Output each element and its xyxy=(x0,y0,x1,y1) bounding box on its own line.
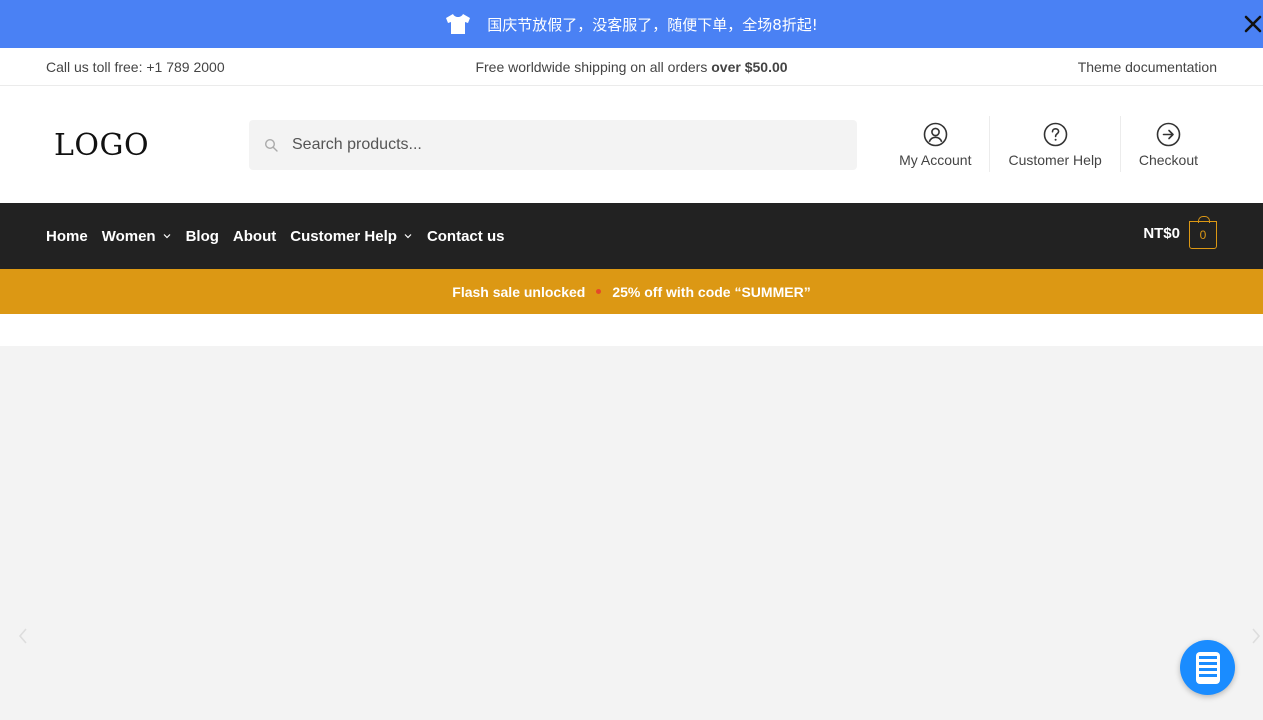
cart-bag-icon: 0 xyxy=(1189,216,1217,249)
nav-item-contact-us[interactable]: Contact us xyxy=(427,228,505,245)
shipping-text: Free worldwide shipping on all orders xyxy=(475,59,712,75)
site-header: LOGO My Account Customer Help xyxy=(0,86,1263,203)
nav-item-label: Customer Help xyxy=(290,227,397,245)
menu-lines-icon xyxy=(1195,651,1220,684)
search-icon xyxy=(264,138,278,152)
my-account-link[interactable]: My Account xyxy=(881,116,989,172)
customer-help-label: Customer Help xyxy=(1008,152,1102,168)
promo-right-text: 25% off with code “SUMMER” xyxy=(612,283,811,300)
nav-item-home[interactable]: Home xyxy=(46,228,88,245)
search-input[interactable] xyxy=(292,120,832,170)
announcement-bar: 国庆节放假了，没客服了，随便下单，全场8折起! xyxy=(0,0,1263,48)
chat-widget-button[interactable] xyxy=(1180,640,1235,695)
nav-item-customer-help[interactable]: Customer Help xyxy=(290,228,413,245)
help-circle-icon xyxy=(1043,122,1067,147)
arrow-circle-icon xyxy=(1156,122,1181,147)
chevron-left-icon[interactable] xyxy=(16,626,30,646)
tshirt-icon xyxy=(446,14,471,34)
hero-slider xyxy=(0,346,1263,720)
nav-item-blog[interactable]: Blog xyxy=(186,228,219,245)
nav-item-label: Blog xyxy=(185,227,219,245)
chevron-right-icon[interactable] xyxy=(1249,626,1263,646)
top-info-bar: Call us toll free: +1 789 2000 Free worl… xyxy=(0,48,1263,86)
nav-item-label: About xyxy=(232,227,277,245)
nav-item-label: Women xyxy=(101,227,156,245)
nav-item-label: Home xyxy=(46,227,88,245)
theme-documentation-link[interactable]: Theme documentation xyxy=(1078,59,1217,75)
nav-item-about[interactable]: About xyxy=(233,228,276,245)
primary-navigation: Home Women Blog About Customer Help Cont… xyxy=(0,203,1263,269)
cart-count: 0 xyxy=(1199,228,1207,242)
cart-amount: NT$0 xyxy=(1143,224,1180,242)
shipping-threshold: over $50.00 xyxy=(711,59,788,75)
promo-banner: Flash sale unlocked 25% off with code “S… xyxy=(0,269,1263,314)
my-account-label: My Account xyxy=(899,152,972,168)
chevron-down-icon xyxy=(163,234,171,239)
header-links: My Account Customer Help Checkout xyxy=(881,116,1216,172)
nav-item-women[interactable]: Women xyxy=(102,228,172,245)
promo-left-text: Flash sale unlocked xyxy=(452,283,586,300)
customer-help-link[interactable]: Customer Help xyxy=(989,116,1119,172)
announcement-text: 国庆节放假了，没客服了，随便下单，全场8折起! xyxy=(487,15,818,34)
chevron-down-icon xyxy=(404,234,412,239)
site-logo[interactable]: LOGO xyxy=(54,128,149,163)
checkout-label: Checkout xyxy=(1138,152,1198,168)
shipping-notice: Free worldwide shipping on all orders ov… xyxy=(0,59,1263,75)
close-icon[interactable] xyxy=(1241,12,1263,36)
nav-item-label: Contact us xyxy=(426,227,505,245)
promo-separator xyxy=(596,289,602,294)
user-circle-icon xyxy=(923,122,948,147)
cart-button[interactable]: NT$0 0 xyxy=(1143,216,1217,249)
checkout-link[interactable]: Checkout xyxy=(1119,116,1216,172)
search-box xyxy=(249,120,857,170)
